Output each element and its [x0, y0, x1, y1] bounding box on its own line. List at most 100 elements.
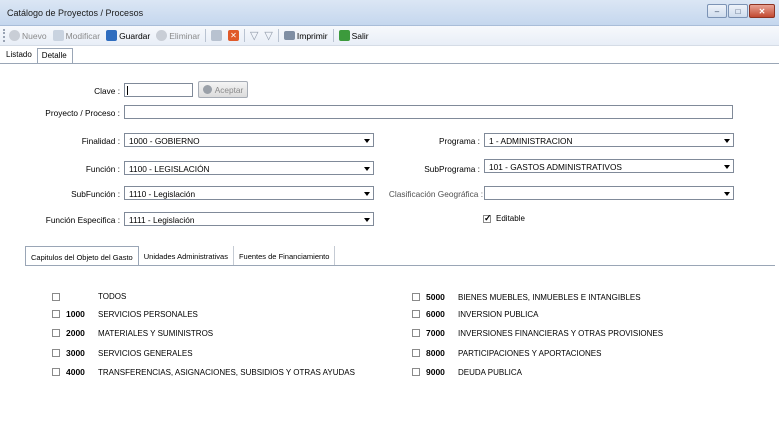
modificar-button[interactable]: Modificar — [52, 30, 101, 41]
funcion-label: Función : — [85, 164, 120, 174]
list-item[interactable]: TODOS — [52, 292, 126, 301]
capitulo-checkbox[interactable] — [412, 310, 420, 318]
minimize-button[interactable]: – — [707, 4, 727, 18]
clave-label: Clave : — [94, 86, 120, 96]
capitulo-checkbox[interactable] — [52, 329, 60, 337]
aceptar-label: Aceptar — [214, 84, 244, 95]
clear-filter-icon: ▽ — [264, 30, 273, 42]
toolbar-separator — [204, 29, 206, 42]
tab-listado[interactable]: Listado — [2, 48, 37, 63]
eliminar-button[interactable]: Eliminar — [156, 30, 200, 41]
check-icon — [202, 85, 212, 94]
capitulo-checkbox[interactable] — [412, 293, 420, 301]
editable-checkbox[interactable]: Editable — [483, 213, 525, 224]
tab-detalle[interactable]: Detalle — [36, 48, 73, 63]
capitulo-code: 3000 — [66, 348, 85, 358]
capitulo-code: 7000 — [426, 328, 445, 338]
eliminar-label: Eliminar — [169, 30, 200, 41]
tab-capitulos[interactable]: Capitulos del Objeto del Gasto — [25, 246, 139, 266]
programa-select[interactable]: 1 - ADMINISTRACION — [484, 133, 734, 147]
capitulo-name: MATERIALES Y SUMINISTROS — [98, 328, 214, 338]
salir-button[interactable]: Salir — [338, 30, 369, 41]
window-controls: – □ ✕ — [707, 4, 775, 18]
finalidad-select[interactable]: 1000 - GOBIERNO — [124, 133, 374, 147]
capitulo-checkbox[interactable] — [52, 310, 60, 318]
salir-label: Salir — [351, 30, 369, 41]
list-item[interactable]: 8000 PARTICIPACIONES Y APORTACIONES — [412, 348, 601, 358]
imprimir-label: Imprimir — [296, 30, 328, 41]
capitulo-checkbox[interactable] — [52, 292, 60, 301]
chevron-down-icon — [364, 167, 370, 171]
close-button[interactable]: ✕ — [749, 4, 775, 18]
tab-unidades[interactable]: Unidades Administrativas — [139, 246, 234, 266]
toolbar: Nuevo Modificar Guardar Eliminar ✕ ▽ ▽ I… — [0, 26, 779, 46]
capitulo-code: 6000 — [426, 309, 445, 319]
chevron-down-icon — [364, 139, 370, 143]
print-icon — [283, 31, 295, 40]
toolbar-separator — [277, 29, 279, 42]
detail-subtabs: Capitulos del Objeto del Gasto Unidades … — [25, 246, 336, 266]
maximize-button[interactable]: □ — [728, 4, 748, 18]
list-item[interactable]: 4000 TRANSFERENCIAS, ASIGNACIONES, SUBSI… — [52, 367, 355, 377]
chevron-down-icon — [724, 139, 730, 143]
capitulo-checkbox[interactable] — [412, 349, 420, 357]
list-item[interactable]: 2000 MATERIALES Y SUMINISTROS — [52, 328, 213, 338]
finalidad-value: 1000 - GOBIERNO — [129, 136, 200, 146]
toolbar-separator — [243, 29, 245, 42]
funcion-esp-select[interactable]: 1111 - Legislación — [124, 212, 374, 226]
editable-label: Editable — [496, 214, 525, 223]
clasif-select[interactable] — [484, 186, 734, 200]
chevron-down-icon — [724, 192, 730, 196]
main-tabs: Listado Detalle — [2, 48, 73, 64]
capitulo-name: BIENES MUEBLES, INMUEBLES E INTANGIBLES — [458, 292, 641, 302]
tab-fuentes[interactable]: Fuentes de Financiamiento — [234, 246, 336, 266]
capitulo-code: 9000 — [426, 367, 445, 377]
exit-icon — [338, 30, 350, 41]
proyecto-input[interactable] — [124, 105, 733, 119]
cancel-icon: ✕ — [227, 30, 239, 41]
imprimir-button[interactable]: Imprimir — [283, 30, 328, 41]
capitulo-code: 1000 — [66, 309, 85, 319]
subprograma-select[interactable]: 101 - GASTOS ADMINISTRATIVOS — [484, 159, 734, 173]
subfuncion-label: SubFunción : — [71, 189, 120, 199]
aceptar-button[interactable]: Aceptar — [198, 81, 248, 98]
clear-filter-button[interactable]: ▽ — [264, 29, 272, 42]
clave-input[interactable] — [124, 83, 193, 97]
capitulo-name: TRANSFERENCIAS, ASIGNACIONES, SUBSIDIOS … — [98, 367, 355, 377]
list-item[interactable]: 3000 SERVICIOS GENERALES — [52, 348, 193, 358]
subfuncion-select[interactable]: 1110 - Legislación — [124, 186, 374, 200]
modificar-label: Modificar — [65, 30, 101, 41]
window-title: Catálogo de Proyectos / Procesos — [7, 8, 144, 18]
list-item[interactable]: 6000 INVERSION PUBLICA — [412, 309, 538, 319]
nuevo-button[interactable]: Nuevo — [9, 30, 47, 41]
app-window: Catálogo de Proyectos / Procesos – □ ✕ N… — [0, 0, 779, 427]
new-icon — [9, 30, 20, 41]
capitulo-checkbox[interactable] — [412, 329, 420, 337]
list-item[interactable]: 7000 INVERSIONES FINANCIERAS Y OTRAS PRO… — [412, 328, 663, 338]
list-item[interactable]: 1000 SERVICIOS PERSONALES — [52, 309, 198, 319]
capitulo-code: 8000 — [426, 348, 445, 358]
capitulo-checkbox[interactable] — [52, 368, 60, 376]
finalidad-label: Finalidad : — [81, 136, 120, 146]
filter-icon: ▽ — [249, 30, 259, 42]
guardar-button[interactable]: Guardar — [106, 30, 150, 41]
editable-check-box[interactable] — [483, 213, 492, 224]
funcion-value: 1100 - LEGISLACIÓN — [129, 164, 210, 174]
programa-value: 1 - ADMINISTRACION — [489, 136, 573, 146]
filter-button[interactable]: ▽ — [250, 29, 258, 42]
toolbar-grip[interactable] — [3, 29, 6, 42]
title-bar: Catálogo de Proyectos / Procesos – □ ✕ — [0, 0, 779, 26]
capitulo-checkbox[interactable] — [52, 349, 60, 357]
search-icon — [210, 30, 222, 41]
subprograma-label: SubPrograma : — [424, 164, 480, 174]
subprograma-value: 101 - GASTOS ADMINISTRATIVOS — [489, 162, 622, 172]
capitulo-name: DEUDA PUBLICA — [458, 367, 523, 377]
capitulo-name: SERVICIOS GENERALES — [98, 348, 193, 358]
cancel-button[interactable]: ✕ — [227, 30, 239, 41]
search-button[interactable] — [210, 30, 222, 41]
capitulo-checkbox[interactable] — [412, 368, 420, 376]
list-item[interactable]: 5000 BIENES MUEBLES, INMUEBLES E INTANGI… — [412, 292, 641, 302]
proyecto-label: Proyecto / Proceso : — [45, 108, 120, 118]
list-item[interactable]: 9000 DEUDA PUBLICA — [412, 367, 522, 377]
funcion-select[interactable]: 1100 - LEGISLACIÓN — [124, 161, 374, 175]
